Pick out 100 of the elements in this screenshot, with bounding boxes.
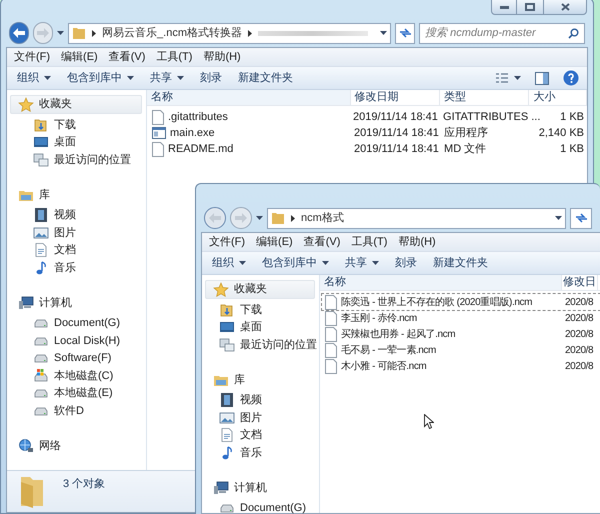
file-row[interactable]: 李玉刚 - 赤伶.ncm 2020/8	[322, 310, 600, 326]
sidebar-item[interactable]: Software(F)	[10, 350, 142, 367]
sidebar-item[interactable]: 图片	[10, 224, 142, 242]
refresh-button[interactable]	[395, 22, 416, 44]
sidebar-group[interactable]: 计算机	[10, 294, 142, 312]
table-cell-text: 2,140 KB	[538, 126, 584, 141]
sidebar-item-label: Document(G)	[54, 316, 120, 331]
table-cell-text: GITATTRIBUTES ...	[443, 110, 540, 125]
sidebar-group[interactable]: 网络	[10, 436, 142, 456]
sidebar-group[interactable]: 库	[10, 186, 142, 204]
column-header[interactable]: 名称	[320, 275, 562, 290]
address-bar[interactable]: ncm格式	[267, 208, 566, 228]
sidebar-item[interactable]: 文档	[205, 426, 315, 444]
file-name: 买辣椒也用券 - 起风了.ncm	[341, 328, 456, 342]
table-cell-text: 2020/8	[565, 360, 594, 374]
table-cell-text: 1 KB	[560, 110, 584, 125]
column-header[interactable]: 大小	[529, 90, 588, 105]
toolbar-button[interactable]: 新建文件夹	[427, 253, 494, 273]
sidebar-item-label: 下载	[240, 302, 262, 318]
sidebar-item[interactable]: 软件D	[10, 402, 142, 420]
sidebar-item[interactable]: Document(G)	[205, 500, 315, 514]
file-row[interactable]: main.exe 2019/11/14 18:41 应用程序 2,140 KB	[149, 125, 587, 141]
toolbar-button[interactable]: 组织	[11, 68, 57, 88]
menu-item[interactable]: 帮助(H)	[393, 234, 441, 250]
file-name: .gitattributes	[168, 110, 228, 125]
toolbar-button[interactable]: 新建文件夹	[232, 68, 299, 88]
sidebar-item[interactable]: 图片	[205, 409, 315, 426]
menu-item[interactable]: 工具(T)	[151, 48, 198, 66]
sidebar-group[interactable]: 收藏夹	[205, 280, 315, 299]
file-row[interactable]: 毛不易 - 一荤一素.ncm 2020/8	[322, 342, 600, 358]
sidebar-item-label: 文档	[240, 428, 262, 443]
menu-item[interactable]: 工具(T)	[346, 234, 392, 250]
menu-item[interactable]: 查看(V)	[104, 48, 150, 66]
sidebar-item[interactable]: 音乐	[205, 444, 315, 462]
menu-item[interactable]: 编辑(E)	[251, 234, 298, 250]
file-row[interactable]: 陈奕迅 - 世界上不存在的歌 (2020重唱版).ncm 2020/8	[322, 294, 600, 310]
menu-item[interactable]: 文件(F)	[204, 234, 250, 250]
sidebar-group[interactable]: 收藏夹	[10, 95, 142, 114]
document-icon	[219, 427, 235, 444]
sidebar-item[interactable]: 视频	[10, 206, 142, 224]
sidebar-item[interactable]: 最近访问的位置	[10, 151, 142, 168]
sidebar-item[interactable]: 本地磁盘(E)	[10, 384, 142, 402]
close-button[interactable]	[543, 0, 587, 15]
picture-icon	[33, 224, 49, 241]
sidebar-item[interactable]: 桌面	[205, 318, 315, 336]
menu-item[interactable]: 帮助(H)	[198, 48, 246, 66]
menu-item[interactable]: 查看(V)	[298, 234, 346, 250]
sidebar-item[interactable]: 音乐	[10, 259, 142, 276]
preview-pane-button[interactable]	[533, 69, 551, 87]
sidebar-item[interactable]: 下载	[205, 301, 315, 318]
file-row[interactable]: .gitattributes 2019/11/14 18:41 GITATTRIBUTES ... 1 KB	[149, 109, 587, 125]
toolbar-button[interactable]: 包含到库中	[61, 68, 140, 88]
sidebar-item-label: 最近访问的位置	[54, 152, 131, 168]
file-row[interactable]: README.md 2019/11/14 18:41 MD 文件 1 KB	[149, 141, 587, 157]
toolbar-button[interactable]: 刻录	[194, 68, 228, 88]
refresh-button[interactable]	[570, 208, 592, 228]
toolbar-button[interactable]: 包含到库中	[256, 253, 335, 273]
table-cell-text: 2020/8	[565, 296, 594, 310]
column-header[interactable]: 修改日	[562, 275, 598, 290]
breadcrumb-arrow-icon	[291, 214, 295, 222]
back-button[interactable]	[204, 207, 226, 229]
address-bar[interactable]: 网易云音乐_.ncm格式转换器	[68, 22, 391, 44]
sidebar-item[interactable]: 视频	[205, 392, 315, 409]
toolbar-button[interactable]: 组织	[206, 253, 252, 273]
sidebar-group[interactable]: 库	[205, 370, 315, 390]
toolbar-button[interactable]: 刻录	[389, 253, 423, 273]
breadcrumb-segment[interactable]: ncm格式	[301, 210, 344, 226]
back-button[interactable]	[9, 22, 30, 44]
help-button[interactable]	[561, 69, 581, 87]
sidebar-item[interactable]: 文档	[10, 242, 142, 259]
item-count: 3 个对象	[63, 477, 106, 492]
toolbar-button[interactable]: 共享	[339, 253, 385, 273]
column-header[interactable]: 名称	[147, 90, 351, 105]
toolbar-button[interactable]: 共享	[144, 68, 190, 88]
file-row[interactable]: 木小雅 - 可能否.ncm 2020/8	[322, 358, 600, 374]
sidebar-item-label: 音乐	[54, 260, 76, 276]
sidebar-item[interactable]: 最近访问的位置	[205, 336, 315, 354]
sidebar-group[interactable]: 计算机	[205, 478, 315, 498]
search-field[interactable]: 搜索 ncmdump-master	[419, 22, 586, 44]
sidebar-item[interactable]: Local Disk(H)	[10, 332, 142, 350]
table-cell-text: 应用程序	[444, 126, 488, 141]
column-header[interactable]: 类型	[440, 90, 530, 105]
sidebar-item[interactable]: 下载	[10, 116, 142, 134]
minimize-button[interactable]	[491, 0, 517, 15]
blank-file-icon	[325, 294, 337, 310]
menu-item[interactable]: 文件(F)	[9, 48, 56, 66]
refresh-icon	[574, 212, 588, 224]
column-header[interactable]: 修改日期	[350, 90, 440, 105]
menu-item[interactable]: 编辑(E)	[56, 48, 103, 66]
maximize-button[interactable]	[517, 0, 543, 15]
document-icon	[33, 242, 49, 258]
file-row[interactable]: 买辣椒也用券 - 起风了.ncm 2020/8	[322, 326, 600, 342]
sidebar-item[interactable]: 本地磁盘(C)	[10, 367, 142, 384]
folder-icon	[19, 474, 45, 508]
history-caret-icon	[57, 31, 64, 35]
computer-icon	[213, 480, 229, 496]
sidebar-item[interactable]: 桌面	[10, 134, 142, 151]
star-icon	[18, 96, 34, 112]
sidebar-item[interactable]: Document(G)	[10, 314, 142, 332]
breadcrumb-segment[interactable]: 网易云音乐_.ncm格式转换器	[102, 24, 242, 42]
